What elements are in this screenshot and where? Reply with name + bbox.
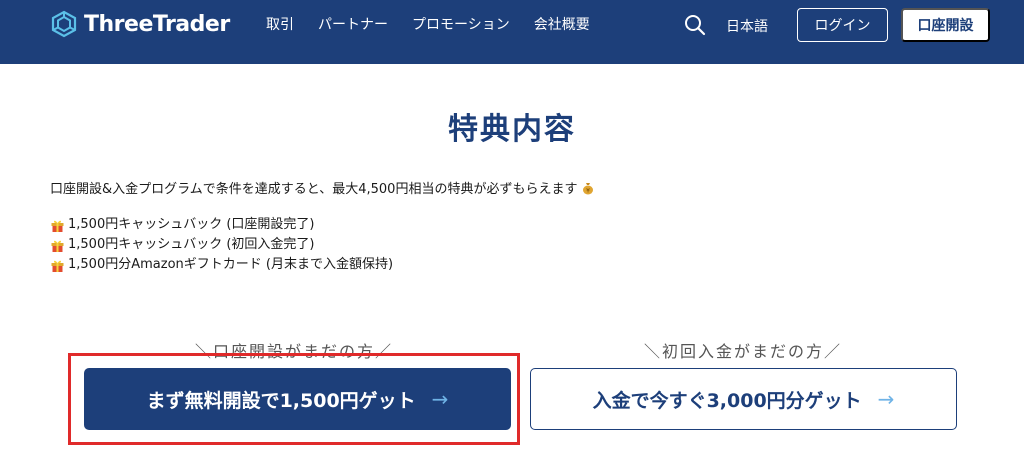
arrow-right-icon: →: [877, 387, 895, 411]
cta-left-label: まず無料開設で1,500円ゲット: [146, 389, 416, 412]
benefit-item: 1,500円キャッシュバック (初回入金完了): [50, 235, 393, 255]
brand-logo[interactable]: ThreeTrader: [50, 10, 230, 38]
free-open-cta-button[interactable]: まず無料開設で1,500円ゲット →: [84, 368, 511, 430]
gift-icon: [51, 260, 64, 272]
cta-right-caption: ＼初回入金がまだの方／: [643, 342, 842, 361]
money-bag-icon: ¥: [583, 182, 594, 194]
language-selector[interactable]: 日本語: [726, 16, 768, 36]
benefit-text: 1,500円分Amazonギフトカード (月末まで入金額保持): [68, 257, 394, 272]
brand-name: ThreeTrader: [84, 11, 230, 37]
threetrader-logo-icon: [51, 10, 77, 38]
cta-right-label: 入金で今すぐ3,000円分ゲット: [592, 389, 862, 412]
arrow-right-icon: →: [431, 387, 449, 411]
site-header: ThreeTrader 取引 パートナー プロモーション 会社概要 日本語 ログ…: [0, 0, 1024, 64]
benefit-text: 1,500円キャッシュバック (初回入金完了): [68, 237, 315, 252]
page-title: 特典内容: [448, 112, 576, 147]
nav-item-trading[interactable]: 取引: [266, 16, 294, 34]
intro-text-line: 口座開設&入金プログラムで条件を達成すると、最大4,500円相当の特典が必ずもら…: [50, 178, 595, 197]
benefit-item: 1,500円分Amazonギフトカード (月末まで入金額保持): [50, 255, 393, 275]
nav-item-partner[interactable]: パートナー: [318, 16, 388, 34]
nav-item-promotion[interactable]: プロモーション: [412, 16, 510, 34]
benefit-list: 1,500円キャッシュバック (口座開設完了) 1,500円キャッシュバック (…: [50, 215, 393, 275]
gift-icon: [51, 240, 64, 252]
deposit-cta-button[interactable]: 入金で今すぐ3,000円分ゲット →: [530, 368, 957, 430]
login-button[interactable]: ログイン: [797, 8, 888, 42]
benefit-text: 1,500円キャッシュバック (口座開設完了): [68, 217, 315, 232]
gift-icon: [51, 220, 64, 232]
search-icon[interactable]: [684, 14, 706, 36]
svg-text:¥: ¥: [587, 187, 591, 194]
main-nav: 取引 パートナー プロモーション 会社概要: [266, 16, 590, 34]
nav-item-company[interactable]: 会社概要: [534, 16, 590, 34]
open-account-button[interactable]: 口座開設: [901, 8, 990, 42]
benefit-item: 1,500円キャッシュバック (口座開設完了): [50, 215, 393, 235]
intro-text: 口座開設&入金プログラムで条件を達成すると、最大4,500円相当の特典が必ずもら…: [50, 182, 578, 197]
